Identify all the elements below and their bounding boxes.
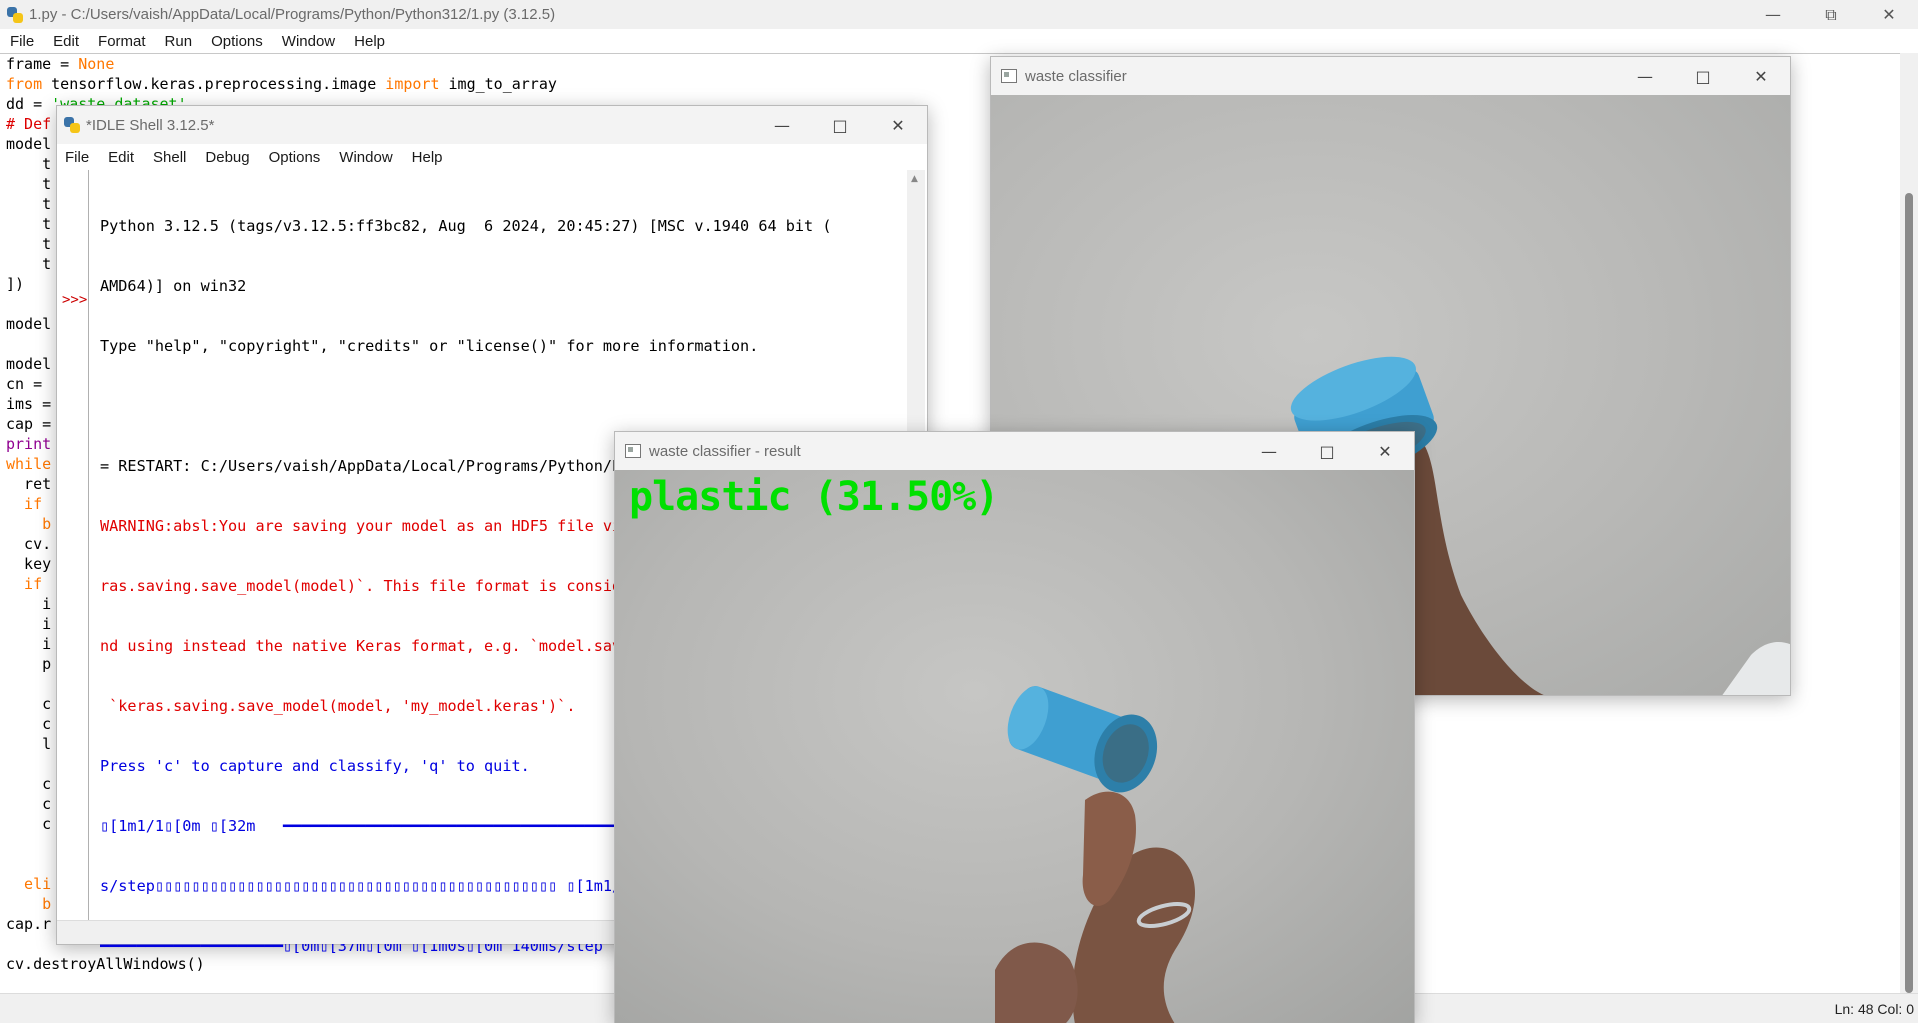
code-line: i	[6, 615, 52, 633]
code-line: t	[6, 195, 52, 213]
classifier-title: waste classifier	[1025, 67, 1127, 85]
shell-menu-options[interactable]: Options	[269, 149, 321, 166]
shell-menu-edit[interactable]: Edit	[108, 149, 134, 166]
code-line: from tensorflow.keras.preprocessing.imag…	[6, 75, 557, 93]
code-line: t	[6, 255, 52, 273]
result-image: plastic (31.50%)	[615, 470, 1414, 1023]
menu-run[interactable]: Run	[165, 33, 193, 50]
code-line: t	[6, 155, 52, 173]
shell-title: *IDLE Shell 3.12.5*	[86, 116, 215, 134]
code-line: ])	[6, 275, 25, 293]
scrollbar-thumb[interactable]	[1905, 193, 1913, 993]
minimize-button[interactable]: —	[1240, 432, 1298, 470]
code-line: c	[6, 775, 52, 793]
code-line: print	[6, 435, 52, 453]
shell-menu-debug[interactable]: Debug	[205, 149, 249, 166]
maximize-button[interactable]: □	[1298, 432, 1356, 470]
window-icon	[625, 444, 641, 458]
editor-title: 1.py - C:/Users/vaish/AppData/Local/Prog…	[29, 6, 556, 23]
prediction-label: plastic (31.50%)	[629, 474, 999, 520]
code-line: model	[6, 355, 52, 373]
menu-help[interactable]: Help	[354, 33, 385, 50]
shell-menu-window[interactable]: Window	[339, 149, 392, 166]
editor-window-controls: — ⧉ ✕	[1744, 0, 1918, 29]
captured-frame	[995, 686, 1195, 1023]
editor-scrollbar[interactable]	[1900, 53, 1918, 993]
cursor-position: Ln: 48 Col: 0	[1834, 1001, 1914, 1017]
code-line: cv.	[6, 535, 52, 553]
shell-window-controls: — □ ✕	[753, 106, 927, 144]
code-line: i	[6, 595, 52, 613]
minimize-button[interactable]: —	[753, 106, 811, 144]
code-line: b	[6, 895, 52, 913]
shell-menu-shell[interactable]: Shell	[153, 149, 186, 166]
code-line: c	[6, 795, 52, 813]
code-line: ims =	[6, 395, 52, 413]
code-line: b	[6, 515, 52, 533]
result-window-controls: — □ ✕	[1240, 432, 1414, 470]
code-line: c	[6, 715, 52, 733]
code-line: t	[6, 235, 52, 253]
maximize-button[interactable]: □	[1674, 57, 1732, 95]
code-line: if	[6, 575, 43, 593]
close-button[interactable]: ✕	[869, 106, 927, 144]
shell-menu-file[interactable]: File	[65, 149, 89, 166]
code-line: model	[6, 315, 52, 333]
code-line: i	[6, 635, 52, 653]
code-line: frame = None	[6, 55, 115, 73]
python-icon	[7, 6, 23, 23]
shell-line: AMD64)] on win32	[100, 277, 247, 295]
code-line: c	[6, 695, 52, 713]
result-window[interactable]: waste classifier - result — □ ✕ plastic …	[614, 431, 1415, 1023]
python-icon	[64, 117, 80, 133]
minimize-button[interactable]: —	[1744, 0, 1802, 29]
code-line: cn =	[6, 375, 52, 393]
menu-edit[interactable]: Edit	[53, 33, 79, 50]
maximize-button[interactable]: □	[811, 106, 869, 144]
menu-file[interactable]: File	[10, 33, 34, 50]
shell-menubar: File Edit Shell Debug Options Window Hel…	[57, 144, 927, 170]
menu-window[interactable]: Window	[282, 33, 335, 50]
editor-titlebar[interactable]: 1.py - C:/Users/vaish/AppData/Local/Prog…	[0, 0, 1918, 29]
result-title: waste classifier - result	[649, 442, 801, 460]
shell-prompt: >>>	[62, 292, 88, 308]
code-line: while	[6, 455, 52, 473]
code-line: c	[6, 815, 52, 833]
code-line: if	[6, 495, 43, 513]
shell-line: Type "help", "copyright", "credits" or "…	[100, 337, 759, 355]
editor-menubar: File Edit Format Run Options Window Help	[0, 29, 1918, 53]
scroll-up-icon[interactable]: ▲	[911, 174, 918, 184]
code-line: cap.r	[6, 915, 52, 933]
code-line: ret	[6, 475, 52, 493]
menu-format[interactable]: Format	[98, 33, 146, 50]
shell-menu-help[interactable]: Help	[412, 149, 443, 166]
menu-options[interactable]: Options	[211, 33, 263, 50]
code-line: t	[6, 215, 52, 233]
code-line: t	[6, 175, 52, 193]
code-line: # Def	[6, 115, 52, 133]
code-line: eli	[6, 875, 52, 893]
window-icon	[1001, 69, 1017, 83]
code-line: model	[6, 135, 52, 153]
code-line: p	[6, 655, 52, 673]
restore-button[interactable]: ⧉	[1802, 0, 1860, 29]
classifier-window-controls: — □ ✕	[1616, 57, 1790, 95]
code-line: cap =	[6, 415, 52, 433]
code-line: l	[6, 735, 52, 753]
close-button[interactable]: ✕	[1732, 57, 1790, 95]
close-button[interactable]: ✕	[1356, 432, 1414, 470]
shell-line: Python 3.12.5 (tags/v3.12.5:ff3bc82, Aug…	[100, 217, 832, 235]
code-line: key	[6, 555, 52, 573]
minimize-button[interactable]: —	[1616, 57, 1674, 95]
close-button[interactable]: ✕	[1860, 0, 1918, 29]
shell-prompt-gutter: >>>	[59, 170, 89, 920]
